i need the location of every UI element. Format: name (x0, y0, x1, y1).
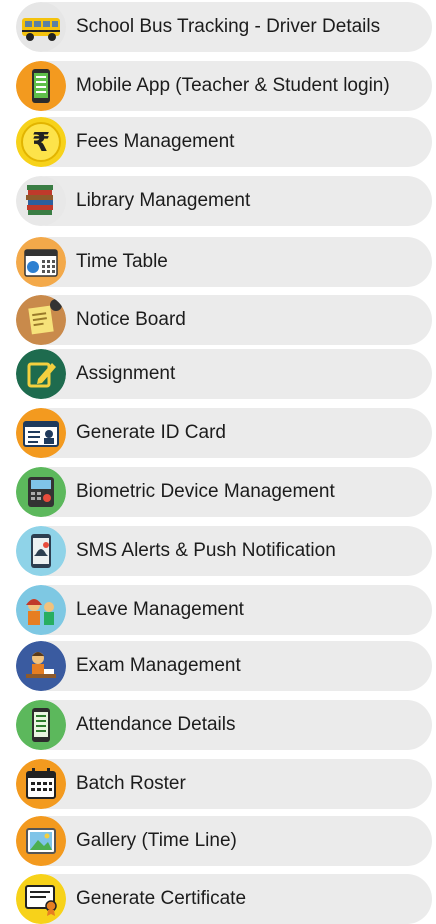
feature-label: Exam Management (76, 655, 241, 676)
books-icon (16, 176, 66, 226)
feature-label: Generate ID Card (76, 422, 226, 443)
feature-label: School Bus Tracking - Driver Details (76, 16, 381, 37)
assignment-icon (16, 349, 66, 399)
feature-label: Batch Roster (76, 773, 186, 794)
feature-label: Gallery (Time Line) (76, 830, 237, 851)
exam-icon (16, 641, 66, 691)
leave-icon (16, 585, 66, 635)
feature-label: Library Management (76, 190, 251, 211)
feature-label: Mobile App (Teacher & Student login) (76, 75, 390, 96)
school-bus-icon (16, 2, 66, 52)
feature-label: Time Table (76, 251, 168, 272)
feature-label: Generate Certificate (76, 888, 247, 909)
calendar-icon (16, 237, 66, 287)
feature-label: Notice Board (76, 309, 186, 330)
feature-list: School Bus Tracking - Driver Details Mob… (0, 0, 436, 924)
feature-label: Fees Management (76, 131, 235, 152)
feature-label: SMS Alerts & Push Notification (76, 540, 336, 561)
feature-label: Attendance Details (76, 714, 236, 735)
attendance-icon (16, 700, 66, 750)
certificate-icon (16, 874, 66, 924)
feature-label: Assignment (76, 363, 176, 384)
biometric-device-icon (16, 467, 66, 517)
gallery-icon (16, 816, 66, 866)
id-card-icon (16, 408, 66, 458)
feature-label: Leave Management (76, 599, 244, 620)
batch-roster-icon (16, 759, 66, 809)
sms-alert-icon (16, 526, 66, 576)
rupee-icon: ₹ (16, 117, 66, 167)
mobile-app-icon (16, 61, 66, 111)
svg-text:₹: ₹ (32, 128, 50, 158)
feature-label: Biometric Device Management (76, 481, 335, 502)
notice-board-icon (16, 295, 66, 345)
